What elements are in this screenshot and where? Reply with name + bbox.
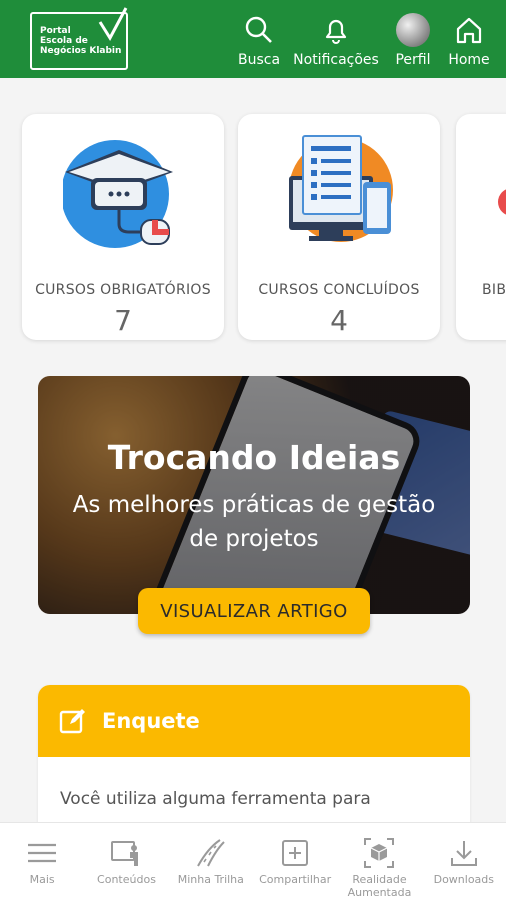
card-label: BIBL: [482, 282, 506, 298]
avatar: [396, 13, 430, 47]
nav-profile-label: Perfil: [395, 52, 431, 68]
graduation-cap-icon: [22, 132, 224, 250]
banner-title: Trocando Ideias: [107, 438, 401, 477]
tab-label: Realidade Aumentada: [347, 873, 412, 899]
banner-subtitle: As melhores práticas de gestão de projet…: [72, 492, 436, 552]
checklist-monitor-icon: [238, 132, 440, 250]
poll-header: Enquete: [38, 685, 470, 757]
card-label: CURSOS CONCLUÍDOS: [258, 282, 420, 298]
tab-downloads[interactable]: Downloads: [422, 823, 506, 900]
stats-carousel[interactable]: CURSOS OBRIGATÓRIOS 7 CURSOS CONCLUÍDOS …: [0, 96, 506, 358]
bottom-tab-bar: Mais Conteúdos Minha Trilha Compartilhar…: [0, 822, 506, 900]
klabin-logo[interactable]: Portal Escola de Negócios Klabin: [30, 7, 128, 70]
nav-home-label: Home: [448, 52, 490, 68]
tab-my-track[interactable]: Minha Trilha: [169, 823, 253, 900]
tab-label: Minha Trilha: [177, 873, 244, 886]
nav-home[interactable]: Home: [446, 0, 492, 78]
library-icon: [456, 132, 506, 250]
checkmark-icon: [98, 7, 128, 41]
card-label: CURSOS OBRIGATÓRIOS: [35, 282, 211, 298]
tab-contents[interactable]: Conteúdos: [84, 823, 168, 900]
nav-notifications-label: Notificações: [293, 52, 379, 68]
poll-title: Enquete: [102, 709, 200, 733]
top-header: Portal Escola de Negócios Klabin Busca N…: [0, 0, 506, 78]
view-article-button[interactable]: VISUALIZAR ARTIGO: [138, 588, 370, 634]
menu-icon: [26, 835, 58, 871]
card-count: 4: [330, 304, 348, 337]
edit-icon: [59, 709, 85, 734]
download-icon: [449, 835, 479, 871]
tab-label: Compartilhar: [259, 873, 332, 886]
card-count: 7: [114, 304, 132, 337]
nav-search[interactable]: Busca: [238, 0, 280, 78]
share-plus-icon: [280, 835, 310, 871]
featured-article-banner[interactable]: Trocando Ideias As melhores práticas de …: [38, 376, 470, 614]
nav-search-label: Busca: [237, 52, 281, 68]
card-mandatory-courses[interactable]: CURSOS OBRIGATÓRIOS 7: [22, 114, 224, 340]
poll-question: Você utiliza alguma ferramenta para: [60, 789, 371, 809]
ar-cube-icon: [363, 835, 395, 871]
tab-more[interactable]: Mais: [0, 823, 84, 900]
home-icon: [454, 12, 484, 48]
card-library-partial[interactable]: BIBL: [456, 114, 506, 340]
nav-notifications[interactable]: Notificações: [293, 0, 379, 78]
tab-label: Conteúdos: [97, 873, 156, 886]
card-completed-courses[interactable]: CURSOS CONCLUÍDOS 4: [238, 114, 440, 340]
road-icon: [194, 835, 228, 871]
logo-line-3: Negócios Klabin: [40, 46, 122, 56]
search-icon: [244, 12, 274, 48]
bell-icon: [321, 12, 351, 48]
tab-label: Downloads: [433, 873, 495, 886]
nav-profile[interactable]: Perfil: [390, 0, 436, 78]
tab-label: Mais: [29, 873, 55, 886]
tab-share[interactable]: Compartilhar: [253, 823, 337, 900]
contents-icon: [110, 835, 142, 871]
tab-augmented-reality[interactable]: Realidade Aumentada: [337, 823, 421, 900]
